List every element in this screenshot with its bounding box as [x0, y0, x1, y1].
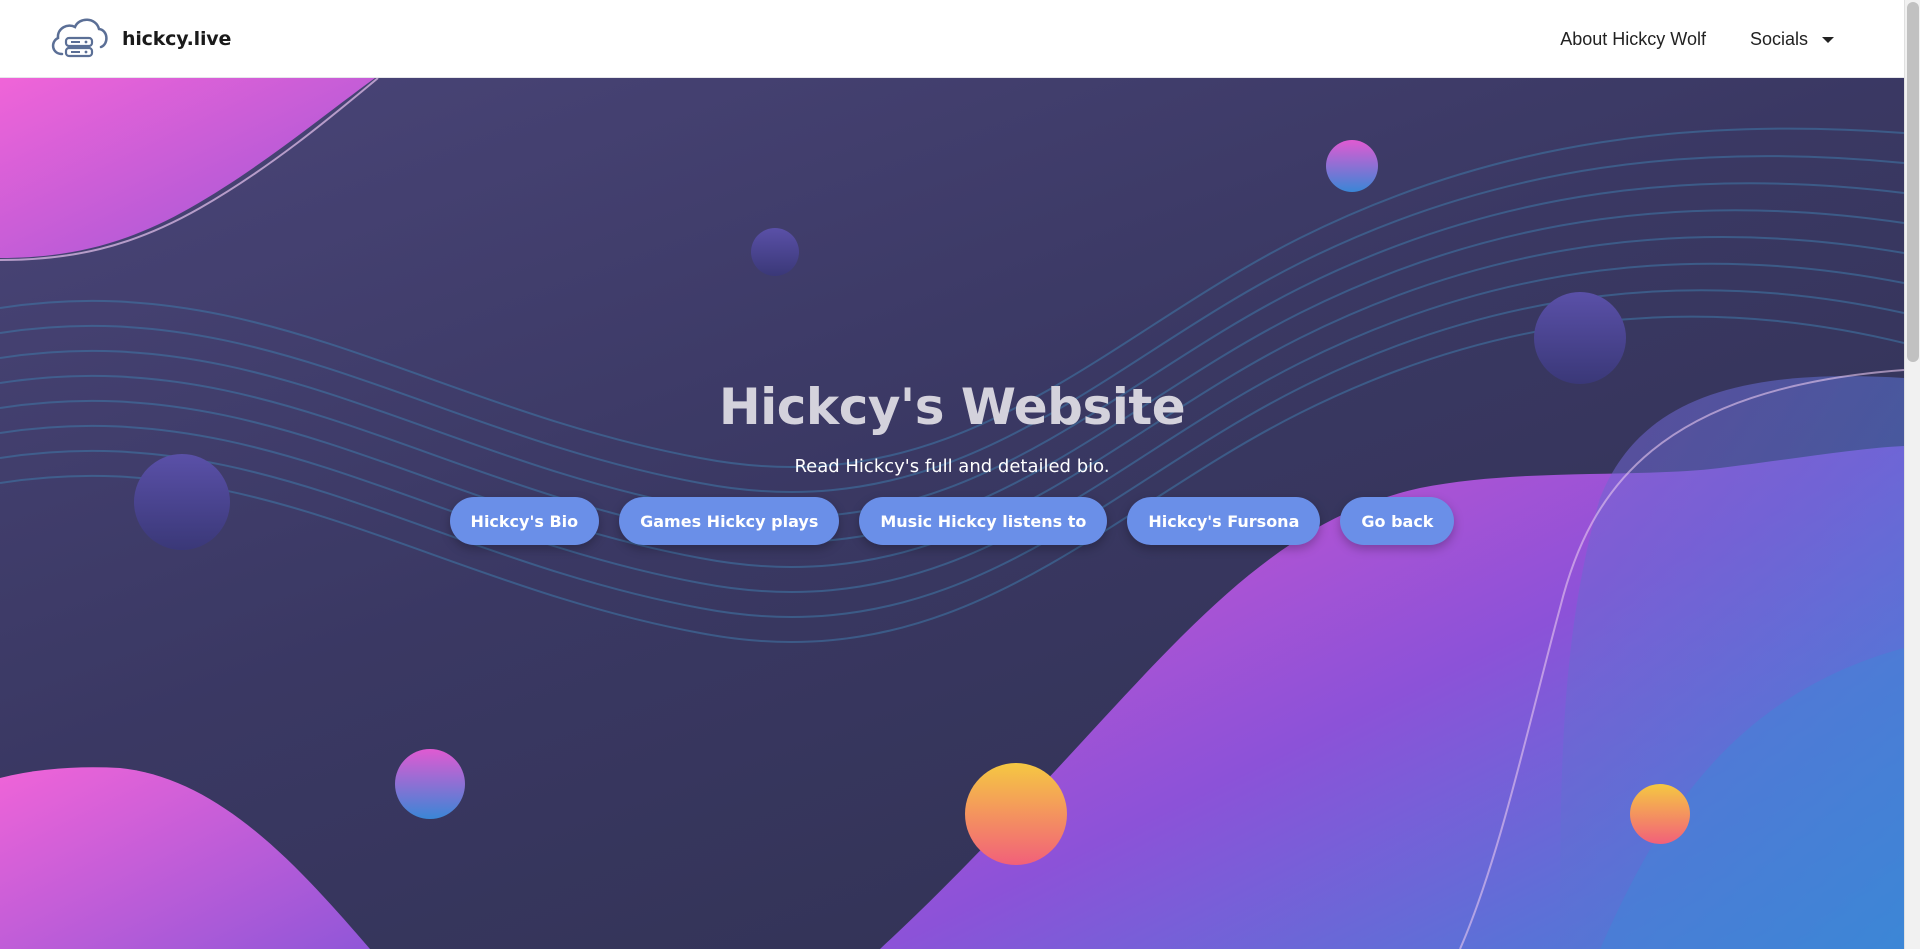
nav-link-about-label: About Hickcy Wolf	[1560, 28, 1706, 49]
nav-dropdown-socials[interactable]: Socials	[1750, 29, 1834, 50]
navbar: hickcy.live About Hickcy Wolf Socials	[0, 0, 1904, 78]
scrollbar-thumb[interactable]	[1907, 2, 1919, 362]
nav-link-about[interactable]: About Hickcy Wolf	[1560, 29, 1706, 50]
hero-section: Hickcy's Website Read Hickcy's full and …	[0, 78, 1904, 949]
hero-title: Hickcy's Website	[718, 378, 1186, 436]
hero-button-row: Hickcy's Bio Games Hickcy plays Music Hi…	[0, 497, 1904, 545]
nav-dropdown-socials-label: Socials	[1749, 28, 1808, 49]
bio-button[interactable]: Hickcy's Bio	[449, 497, 600, 545]
brand-name: hickcy.live	[122, 28, 232, 50]
caret-down-icon	[1822, 37, 1834, 43]
fursona-button[interactable]: Hickcy's Fursona	[1127, 497, 1321, 545]
nav-links: About Hickcy Wolf Socials	[1560, 0, 1834, 78]
hero-subtitle: Read Hickcy's full and detailed bio.	[794, 456, 1110, 477]
brand-link[interactable]: hickcy.live	[48, 14, 231, 64]
scrollbar[interactable]	[1904, 0, 1920, 949]
music-button[interactable]: Music Hickcy listens to	[859, 497, 1108, 545]
go-back-button[interactable]: Go back	[1340, 497, 1455, 545]
hero-content: Hickcy's Website Read Hickcy's full and …	[0, 378, 1904, 545]
cloud-server-icon	[51, 18, 108, 58]
games-button[interactable]: Games Hickcy plays	[619, 497, 840, 545]
